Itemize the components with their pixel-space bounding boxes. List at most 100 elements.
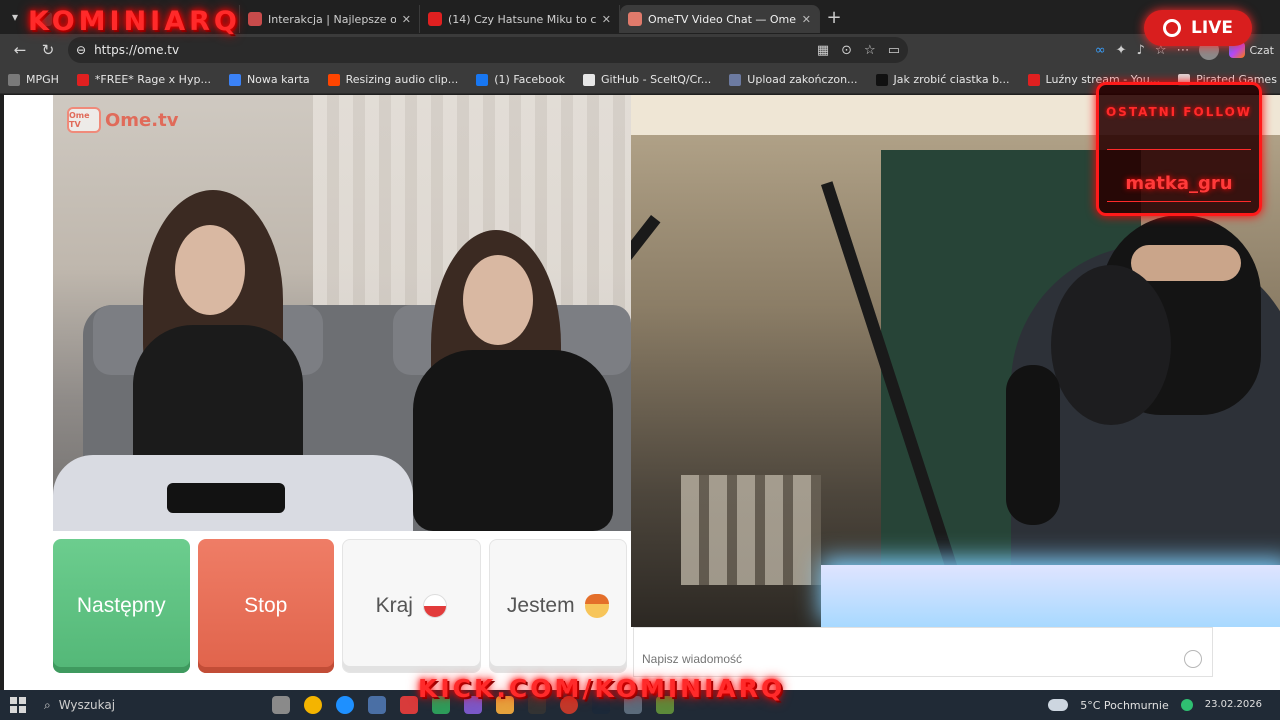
- gender-label: Jestem: [506, 594, 575, 617]
- ometv-logo[interactable]: Ome TV Ome.tv: [67, 107, 178, 133]
- bookmark-label: Jak zrobić ciastka b...: [893, 73, 1010, 86]
- new-tab-plus-icon[interactable]: +: [820, 7, 848, 28]
- app-icon[interactable]: [368, 696, 386, 714]
- bookmark-favicon-icon: [8, 73, 20, 86]
- bookmark-favicon-icon: [476, 73, 489, 86]
- microphone: [1006, 365, 1060, 525]
- kick-url-overlay: KICK.COM/KOMINIARQ: [418, 674, 786, 703]
- app-icon[interactable]: [400, 696, 418, 714]
- bookmark-favicon-icon: [583, 73, 595, 86]
- address-bar[interactable]: ⊖ https://ome.tv ▦ ⊙ ☆ ▭: [68, 37, 908, 63]
- bookmark-label: Upload zakończon...: [747, 73, 858, 86]
- bookmark-favicon-icon: [228, 73, 241, 86]
- omnibox-actions: ▦ ⊙ ☆ ▭: [817, 43, 900, 58]
- refresh-icon[interactable]: ↻: [34, 36, 62, 64]
- bookmark-label: (1) Facebook: [494, 73, 565, 86]
- more-circle-icon[interactable]: ⊙: [841, 43, 852, 58]
- clock[interactable]: 23.02.2026: [1205, 699, 1262, 711]
- stranger-video: Ome TV Ome.tv: [53, 95, 631, 531]
- close-tab-icon[interactable]: ✕: [802, 13, 811, 26]
- ometv-favicon-icon: [628, 12, 642, 26]
- system-tray: 5°C Pochmurnie 23.02.2026: [1048, 699, 1280, 712]
- next-label: Następny: [76, 594, 166, 617]
- bookmark-item[interactable]: *FREE* Rage x Hyp...: [76, 73, 211, 86]
- taskbar-search[interactable]: ⌕ Wyszukaj: [44, 698, 254, 713]
- emoji-smile-icon[interactable]: [1184, 650, 1202, 668]
- browser-toolbar: ← ↻ ⊖ https://ome.tv ▦ ⊙ ☆ ▭ ∞ ✦ ♪ ☆ ⋯ C…: [0, 34, 1280, 66]
- apps-grid-icon[interactable]: ▦: [817, 43, 829, 58]
- ometv-logo-icon: Ome TV: [67, 107, 101, 133]
- close-tab-icon[interactable]: ✕: [402, 13, 411, 26]
- bookmark-favicon-icon: [1027, 73, 1040, 86]
- taskbar-search-label: Wyszukaj: [58, 698, 116, 712]
- phone: [167, 483, 285, 513]
- screen: ▾ Interakcja | Najlepsze oprogramo ✕ (14…: [0, 0, 1280, 720]
- last-follow-widget: OSTATNI FOLLOW matka_gru: [1096, 82, 1262, 216]
- poland-flag-icon: [422, 594, 447, 618]
- bookmark-label: Resizing audio clip...: [345, 73, 459, 86]
- last-follow-title: OSTATNI FOLLOW: [1105, 105, 1253, 119]
- chat-message-input[interactable]: [642, 652, 1172, 666]
- person-right-body: [413, 350, 613, 531]
- back-arrow-icon[interactable]: ←: [6, 36, 34, 64]
- boy-emoji-icon: [584, 594, 609, 618]
- live-label: LIVE: [1191, 18, 1233, 38]
- search-icon: ⌕: [44, 697, 51, 712]
- person-left-face: [175, 225, 245, 315]
- channel-name-overlay: KOMINIARQ: [28, 6, 241, 37]
- country-label: Kraj: [375, 594, 413, 617]
- favorite-star-icon[interactable]: ☆: [864, 43, 876, 58]
- ometv-page: Ome TV Ome.tv Następny Stop Kraj Jestem: [4, 95, 1280, 690]
- bookmark-item[interactable]: Jak zrobić ciastka b...: [875, 73, 1010, 86]
- tab-title: (14) Czy Hatsune Miku to córka SK: [448, 12, 596, 26]
- live-badge: LIVE: [1144, 10, 1252, 46]
- bookmark-item[interactable]: Resizing audio clip...: [327, 73, 459, 86]
- shelf-items: [681, 475, 821, 585]
- tab-2[interactable]: Interakcja | Najlepsze oprogramo ✕: [240, 5, 420, 33]
- youtube-favicon-icon: [428, 12, 442, 26]
- live-dot-icon: [1163, 19, 1182, 37]
- bookmark-item[interactable]: MPGH: [8, 73, 59, 86]
- stop-label: Stop: [244, 594, 288, 617]
- person-left-body: [133, 325, 303, 475]
- bookmark-item[interactable]: Upload zakończon...: [729, 73, 858, 86]
- bookmark-label: GitHub - SceltQ/Cr...: [601, 73, 712, 86]
- person-right-face: [463, 255, 533, 345]
- weather-cloud-icon: [1048, 699, 1069, 711]
- video-icon[interactable]: ▭: [888, 43, 900, 58]
- tray-status-icon[interactable]: [1180, 699, 1193, 711]
- bookmark-favicon-icon: [875, 73, 888, 86]
- next-button[interactable]: Następny: [53, 539, 190, 673]
- tab-3[interactable]: (14) Czy Hatsune Miku to córka SK ✕: [420, 5, 620, 33]
- site-info-icon[interactable]: ⊖: [76, 43, 86, 57]
- country-button[interactable]: Kraj: [342, 539, 481, 673]
- task-view-icon[interactable]: [272, 696, 290, 714]
- bookmark-favicon-icon: [327, 73, 340, 86]
- bookmark-item[interactable]: (1) Facebook: [476, 73, 565, 86]
- url-text: https://ome.tv: [94, 43, 180, 57]
- close-tab-icon[interactable]: ✕: [602, 13, 611, 26]
- bookmark-label: *FREE* Rage x Hyp...: [94, 73, 211, 86]
- tab-list-chevron-icon[interactable]: ▾: [0, 0, 30, 34]
- ometv-logo-text: Ome.tv: [105, 109, 179, 131]
- streamer-eyes: [1131, 245, 1241, 281]
- gender-button[interactable]: Jestem: [488, 539, 627, 673]
- weather-text[interactable]: 5°C Pochmurnie: [1080, 699, 1168, 712]
- chat-box: [633, 627, 1213, 677]
- date-text: 23.02.2026: [1204, 699, 1262, 710]
- bookmark-label: Nowa karta: [246, 73, 310, 86]
- widget-divider-lines: [1107, 149, 1251, 150]
- bookmark-item[interactable]: Nowa karta: [228, 73, 310, 86]
- rgb-keyboard: [821, 565, 1280, 627]
- edge-icon[interactable]: [336, 696, 354, 714]
- media-icon[interactable]: ♪: [1137, 43, 1145, 58]
- extension-puzzle-icon[interactable]: ✦: [1116, 43, 1127, 58]
- tab-active[interactable]: OmeTV Video Chat — Omegle ✕: [620, 5, 820, 33]
- link-extension-icon[interactable]: ∞: [1095, 43, 1106, 58]
- chrome-icon[interactable]: [304, 696, 322, 714]
- pop-filter: [1051, 265, 1171, 425]
- stop-button[interactable]: Stop: [197, 539, 334, 673]
- bookmark-label: MPGH: [26, 73, 59, 86]
- windows-start-icon[interactable]: [10, 697, 26, 713]
- bookmark-item[interactable]: GitHub - SceltQ/Cr...: [583, 73, 711, 86]
